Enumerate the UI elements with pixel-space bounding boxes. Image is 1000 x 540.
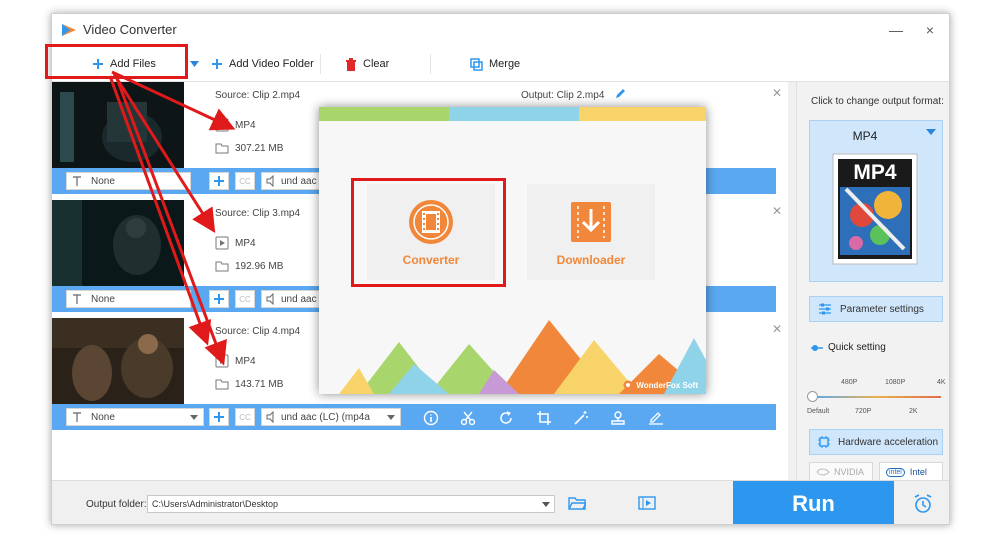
arrow-to-row-3-alt bbox=[108, 75, 212, 346]
annotation-arrows bbox=[108, 70, 236, 366]
screenshot-stage: Video Converter — × Add Files Add Video … bbox=[0, 0, 1000, 540]
